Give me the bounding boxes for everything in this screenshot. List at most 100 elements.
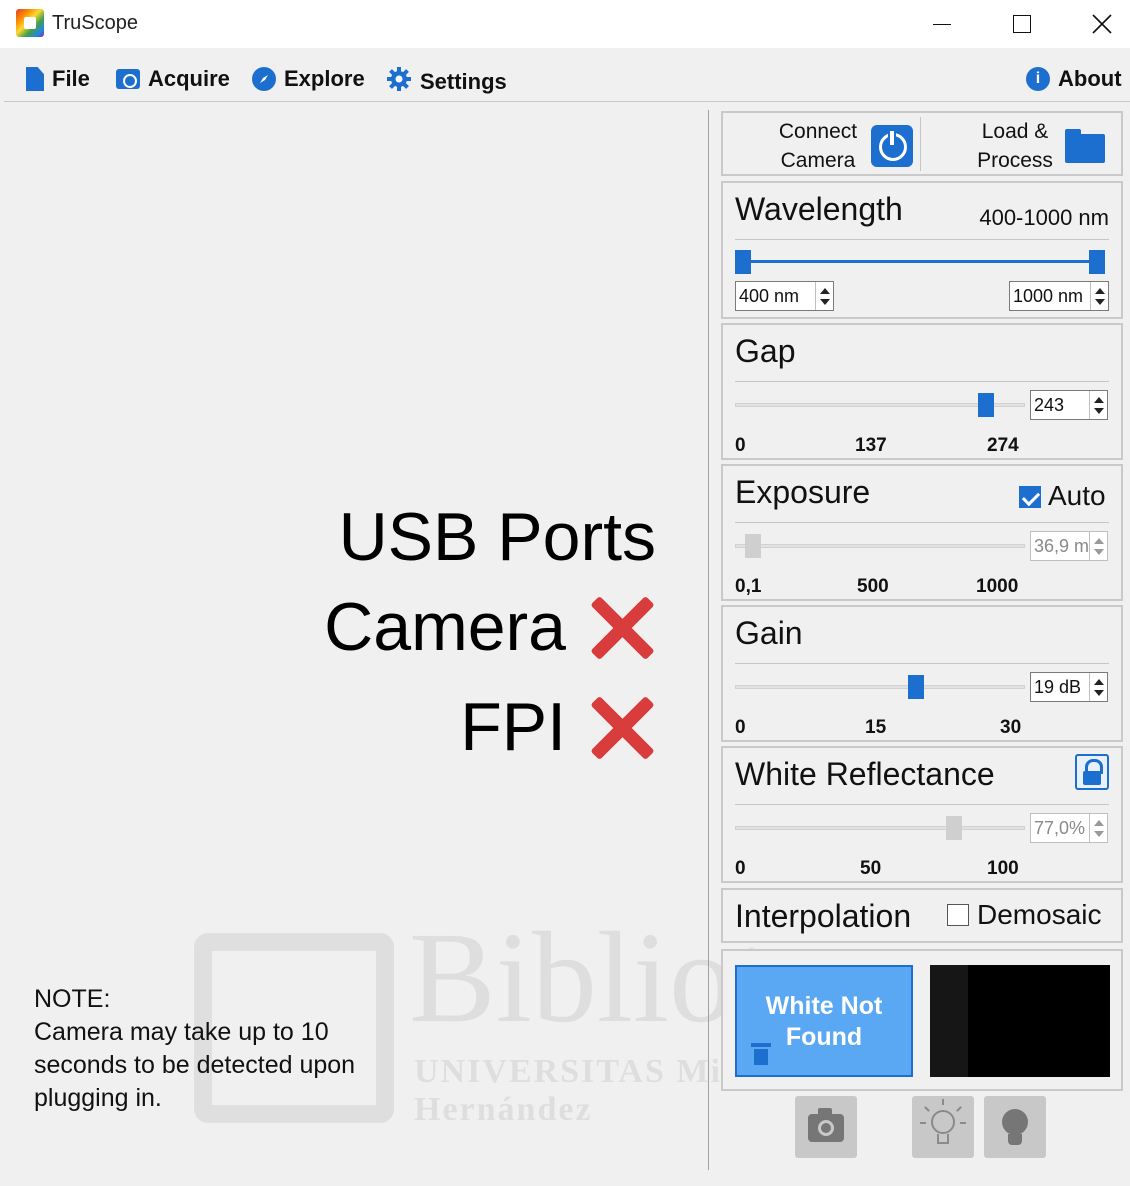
- power-icon: [871, 125, 913, 167]
- white-reflectance-value: 77,0%: [1034, 817, 1086, 838]
- gain-tick-max: 30: [1000, 717, 1022, 738]
- info-icon: i: [1026, 67, 1050, 91]
- decrement-icon: [1093, 407, 1104, 414]
- gain-slider-track[interactable]: [735, 685, 1025, 689]
- truscope-app-icon: [16, 9, 44, 37]
- white-reflectance-slider-track: [735, 826, 1025, 830]
- main-viewer: Biblioteca UNIVERSITAS Miguel Hernández …: [4, 103, 943, 1186]
- white-reflectance-tick-max: 100: [987, 858, 1019, 879]
- gain-slider-handle[interactable]: [908, 675, 925, 699]
- increment-icon: [1093, 537, 1104, 544]
- camera-status-label: Camera: [324, 589, 566, 665]
- gap-title: Gap: [735, 333, 796, 369]
- usb-ports-title: USB Ports: [338, 499, 656, 575]
- wavelength-range-track[interactable]: [743, 260, 1099, 263]
- load-process-label: Load & Process: [977, 120, 1053, 172]
- menu-about[interactable]: i About: [1026, 66, 1122, 92]
- gain-tick-mid: 15: [865, 717, 887, 738]
- gap-tick-min: 0: [735, 435, 746, 456]
- close-button[interactable]: [1072, 0, 1130, 48]
- fpi-status: FPI: [460, 688, 656, 766]
- connection-divider: [920, 117, 921, 171]
- fpi-disconnected-icon: [588, 693, 656, 761]
- exposure-slider-handle: [745, 534, 762, 558]
- menu-settings[interactable]: Settings: [386, 66, 507, 98]
- wavelength-panel: Wavelength 400-1000 nm 400 nm 1000 nm: [721, 181, 1123, 319]
- wavelength-min-handle[interactable]: [735, 250, 751, 274]
- white-not-found-button[interactable]: White Not Found: [735, 965, 913, 1077]
- auto-exposure-checkbox[interactable]: [1019, 486, 1041, 508]
- increment-icon: [1093, 819, 1104, 826]
- white-not-found-label: White Not Found: [765, 992, 883, 1051]
- white-reflectance-title: White Reflectance: [735, 756, 995, 792]
- light-on-button[interactable]: [984, 1096, 1046, 1158]
- gain-divider: [735, 663, 1109, 664]
- wavelength-min-input[interactable]: 400 nm: [735, 281, 834, 311]
- maximize-icon: [1013, 15, 1031, 33]
- lock-icon[interactable]: [1075, 754, 1109, 790]
- exposure-slider-track: [735, 544, 1025, 548]
- wavelength-max-handle[interactable]: [1089, 250, 1105, 274]
- minimize-icon: [933, 23, 951, 25]
- wavelength-title: Wavelength: [735, 191, 903, 227]
- window-title: TruScope: [52, 12, 138, 34]
- close-icon: [1092, 14, 1112, 34]
- gap-slider-handle[interactable]: [978, 393, 995, 417]
- white-reflectance-slider-handle: [945, 816, 962, 840]
- gain-panel: Gain 19 dB 0 15 30: [721, 605, 1123, 742]
- connect-camera-button[interactable]: Connect Camera: [773, 117, 913, 175]
- exposure-title: Exposure: [735, 474, 871, 510]
- wavelength-max-input[interactable]: 1000 nm: [1009, 281, 1109, 311]
- white-reflectance-tick-min: 0: [735, 858, 746, 879]
- fpi-status-label: FPI: [460, 689, 566, 765]
- camera-disconnected-icon: [588, 593, 656, 661]
- note-body: Camera may take up to 10 seconds to be d…: [34, 1018, 356, 1112]
- menu-about-label: About: [1058, 66, 1122, 91]
- wavelength-min-spinner[interactable]: [815, 282, 833, 310]
- exposure-tick-min: 0,1: [735, 576, 762, 597]
- wavelength-max-spinner[interactable]: [1090, 282, 1108, 310]
- white-reflectance-spinner: [1089, 814, 1107, 842]
- white-reflectance-divider: [735, 804, 1109, 805]
- gap-panel: Gap 243 0 137 274: [721, 323, 1123, 460]
- decrement-icon: [1093, 689, 1104, 696]
- camera-icon: [808, 1108, 844, 1142]
- increment-icon: [819, 287, 830, 294]
- demosaic-checkbox[interactable]: [947, 904, 969, 926]
- decrement-icon: [1094, 298, 1105, 305]
- gap-divider: [735, 381, 1109, 382]
- minimize-button[interactable]: [912, 0, 972, 48]
- interpolation-panel: Interpolation Demosaic: [721, 888, 1123, 943]
- gap-input[interactable]: 243: [1030, 390, 1108, 420]
- title-bar: TruScope: [0, 0, 1130, 48]
- gap-spinner[interactable]: [1089, 391, 1107, 419]
- wavelength-min-value: 400 nm: [739, 285, 800, 306]
- increment-icon: [1093, 678, 1104, 685]
- menu-file[interactable]: File: [26, 66, 90, 92]
- connect-camera-label: Connect Camera: [778, 120, 858, 172]
- exposure-spinner: [1089, 532, 1107, 560]
- increment-icon: [1094, 287, 1105, 294]
- wavelength-max-value: 1000 nm: [1013, 285, 1084, 306]
- maximize-button[interactable]: [992, 0, 1052, 48]
- menu-acquire[interactable]: Acquire: [116, 66, 230, 92]
- white-reference-preview: [930, 965, 1110, 1077]
- gain-spinner[interactable]: [1089, 673, 1107, 701]
- wavelength-range-text: 400-1000 nm: [979, 205, 1109, 230]
- gain-title: Gain: [735, 615, 803, 651]
- trash-icon[interactable]: [751, 1043, 771, 1065]
- gap-tick-max: 274: [987, 435, 1019, 456]
- menu-acquire-label: Acquire: [148, 66, 230, 91]
- auto-exposure-label: Auto: [1048, 480, 1106, 511]
- load-process-button[interactable]: Load & Process: [973, 117, 1105, 175]
- snapshot-button[interactable]: [795, 1096, 857, 1158]
- interpolation-title: Interpolation: [735, 898, 912, 934]
- white-reflectance-input: 77,0%: [1030, 813, 1108, 843]
- camera-note: NOTE: Camera may take up to 10 seconds t…: [34, 983, 364, 1115]
- menu-explore[interactable]: Explore: [252, 66, 365, 92]
- gain-input[interactable]: 19 dB: [1030, 672, 1108, 702]
- preview-strip: [930, 965, 968, 1077]
- demosaic-label: Demosaic: [977, 899, 1102, 930]
- light-off-button[interactable]: [912, 1096, 974, 1158]
- menu-file-label: File: [52, 66, 90, 91]
